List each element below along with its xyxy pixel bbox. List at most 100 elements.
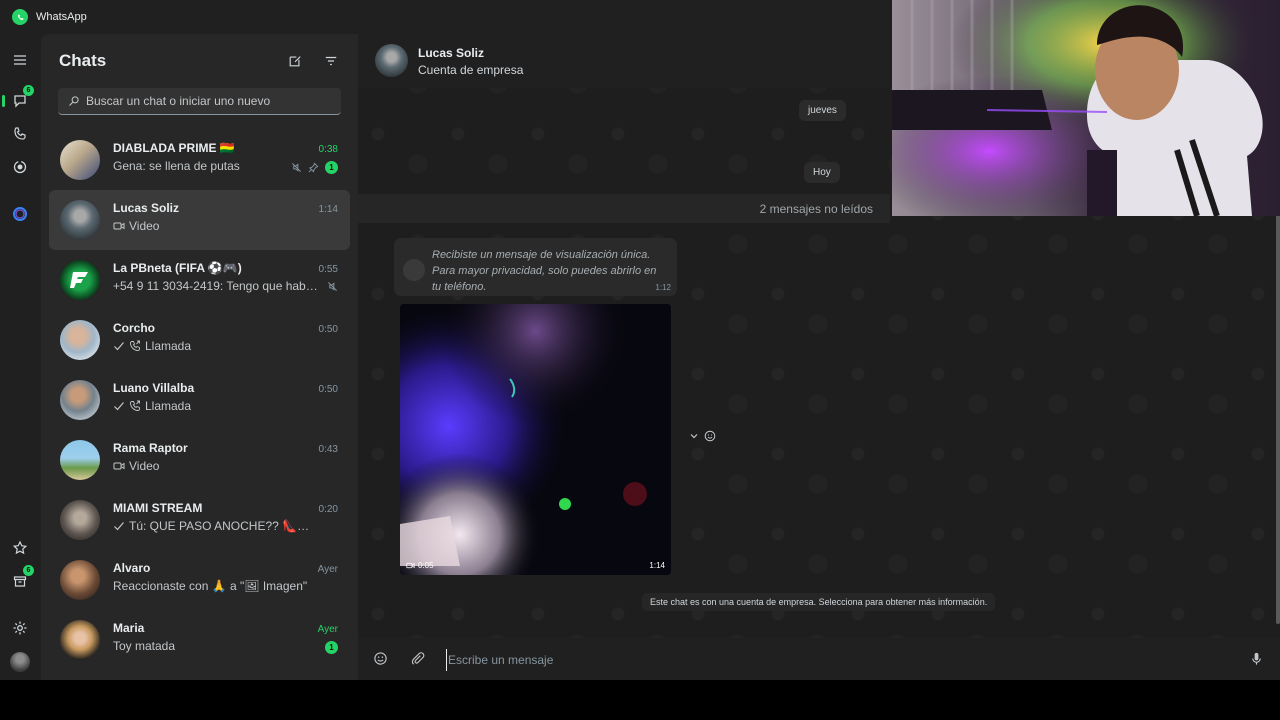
chat-list-panel: Chats Buscar un chat o iniciar uno nuevo… xyxy=(41,34,358,680)
chat-name: DIABLADA PRIME 🇧🇴 xyxy=(113,141,235,155)
voice-message-button[interactable] xyxy=(1249,651,1265,667)
archived-button[interactable]: 6 xyxy=(8,565,34,593)
profile-button[interactable] xyxy=(8,650,32,674)
gear-icon xyxy=(13,621,27,635)
starred-button[interactable] xyxy=(8,536,32,560)
whatsapp-logo-icon xyxy=(12,9,28,25)
chat-name: Rama Raptor xyxy=(113,441,188,455)
avatar xyxy=(60,560,100,600)
chat-name: MIAMI STREAM xyxy=(113,501,203,515)
microphone-icon xyxy=(1252,652,1261,665)
chat-preview-text: Gena: se llena de putas xyxy=(113,159,240,173)
check-icon xyxy=(114,522,124,531)
chat-list-header: Chats xyxy=(41,34,358,88)
message-composer: Escribe un mensaje xyxy=(358,638,1280,680)
chat-preview-text: Toy matada xyxy=(113,639,176,653)
unread-badge: 1 xyxy=(325,161,338,174)
avatar xyxy=(60,620,100,660)
check-icon xyxy=(114,402,124,411)
filter-icon xyxy=(325,56,337,66)
chat-row-alvaro[interactable]: Alvaro Ayer Reaccionaste con 🙏 a "🖼 Imag… xyxy=(49,550,350,610)
nav-rail: 6 6 xyxy=(0,34,41,680)
chat-list: DIABLADA PRIME 🇧🇴 0:38 Gena: se llena de… xyxy=(41,130,358,670)
filter-button[interactable] xyxy=(322,52,340,70)
message-actions xyxy=(688,430,716,442)
status-icon xyxy=(13,160,27,174)
check-icon xyxy=(114,342,124,351)
attach-button[interactable] xyxy=(410,651,426,667)
chat-time: 0:20 xyxy=(318,504,338,515)
chat-time: 0:55 xyxy=(318,264,338,275)
chat-time: 0:50 xyxy=(318,324,338,335)
avatar xyxy=(60,260,100,300)
active-indicator xyxy=(2,95,5,107)
date-chip: Hoy xyxy=(804,162,840,183)
avatar xyxy=(60,200,100,240)
chat-row-diablada-prime[interactable]: DIABLADA PRIME 🇧🇴 0:38 Gena: se llena de… xyxy=(49,130,350,190)
webcam-overlay xyxy=(892,0,1280,216)
video-icon xyxy=(113,222,125,230)
view-once-message[interactable]: Recibiste un mensaje de visualización ún… xyxy=(394,238,677,296)
chat-preview-text: Llamada xyxy=(145,339,192,353)
chat-preview: Llamada xyxy=(113,339,323,353)
chat-row-la-pbneta[interactable]: La PBneta (FIFA ⚽🎮) 0:55 +54 9 11 3034-2… xyxy=(49,250,350,310)
chat-preview-text: Llamada xyxy=(145,399,192,413)
chats-nav-button[interactable]: 6 xyxy=(2,85,34,113)
chevron-down-icon[interactable] xyxy=(688,430,700,442)
contact-avatar[interactable] xyxy=(375,44,408,77)
chat-name: La PBneta (FIFA ⚽🎮) xyxy=(113,261,242,275)
unread-divider: 2 mensajes no leídos xyxy=(358,194,890,223)
chat-preview: Llamada xyxy=(113,399,323,413)
emoji-button[interactable] xyxy=(373,651,389,667)
view-once-text: Recibiste un mensaje de visualización ún… xyxy=(432,249,657,293)
video-thumbnail xyxy=(400,304,671,575)
chat-preview: Toy matada xyxy=(113,639,323,653)
chat-preview: +54 9 11 3034-2419: Tengo que habla... xyxy=(113,279,318,293)
chat-time: 0:38 xyxy=(318,144,338,155)
message-time: 1:12 xyxy=(655,283,671,292)
avatar xyxy=(60,140,100,180)
scrollbar[interactable] xyxy=(1276,214,1280,624)
emoji-icon xyxy=(374,652,387,665)
meta-ai-icon xyxy=(13,207,27,221)
emoji-react-icon[interactable] xyxy=(704,430,716,442)
settings-button[interactable] xyxy=(8,616,32,640)
avatar xyxy=(60,320,100,360)
whatsapp-window: WhatsApp 6 6 Chats Buscar un chat o inic… xyxy=(0,0,1280,680)
chat-preview-text: +54 9 11 3034-2419: Tengo que habla... xyxy=(113,279,318,293)
group-logo-icon xyxy=(70,272,88,288)
status-nav-button[interactable] xyxy=(8,155,32,179)
message-input[interactable]: Escribe un mensaje xyxy=(446,649,1226,671)
chat-name: Corcho xyxy=(113,321,155,335)
profile-avatar xyxy=(10,652,30,672)
date-chip: jueves xyxy=(799,100,846,121)
chat-row-maria[interactable]: Maria Ayer Toy matada 1 xyxy=(49,610,350,670)
chat-time: 0:43 xyxy=(318,444,338,455)
chat-preview: Video xyxy=(113,459,323,473)
message-input-placeholder: Escribe un mensaje xyxy=(448,653,554,667)
avatar xyxy=(60,380,100,420)
chat-time: 0:50 xyxy=(318,384,338,395)
pin-icon xyxy=(308,162,319,173)
chat-row-corcho[interactable]: Corcho 0:50 Llamada xyxy=(49,310,350,370)
chat-preview-text: Video xyxy=(129,459,160,473)
call-icon xyxy=(130,340,140,351)
unread-badge: 1 xyxy=(325,641,338,654)
chat-row-miami-stream[interactable]: MIAMI STREAM 0:20 Tú: QUE PASO ANOCHE?? … xyxy=(49,490,350,550)
contact-name: Lucas Soliz xyxy=(418,46,485,60)
meta-ai-button[interactable] xyxy=(8,202,32,226)
new-chat-button[interactable] xyxy=(286,52,304,70)
chat-preview: Gena: se llena de putas xyxy=(113,159,283,173)
menu-button[interactable] xyxy=(8,48,32,72)
search-input[interactable]: Buscar un chat o iniciar uno nuevo xyxy=(58,88,341,115)
video-message[interactable]: 0:05 1:14 xyxy=(400,304,671,575)
calls-nav-button[interactable] xyxy=(8,122,32,146)
chat-row-lucas-soliz[interactable]: Lucas Soliz 1:14 Video xyxy=(49,190,350,250)
chat-row-luano-villalba[interactable]: Luano Villalba 0:50 Llamada xyxy=(49,370,350,430)
chat-preview-text: Reaccionaste con 🙏 a "🖼 Imagen" xyxy=(113,579,308,593)
business-account-notice[interactable]: Este chat es con una cuenta de empresa. … xyxy=(642,593,996,611)
muted-icon xyxy=(292,163,301,172)
chat-time: Ayer xyxy=(317,564,338,575)
video-duration: 0:05 xyxy=(406,561,434,570)
chat-row-rama-raptor[interactable]: Rama Raptor 0:43 Video xyxy=(49,430,350,490)
